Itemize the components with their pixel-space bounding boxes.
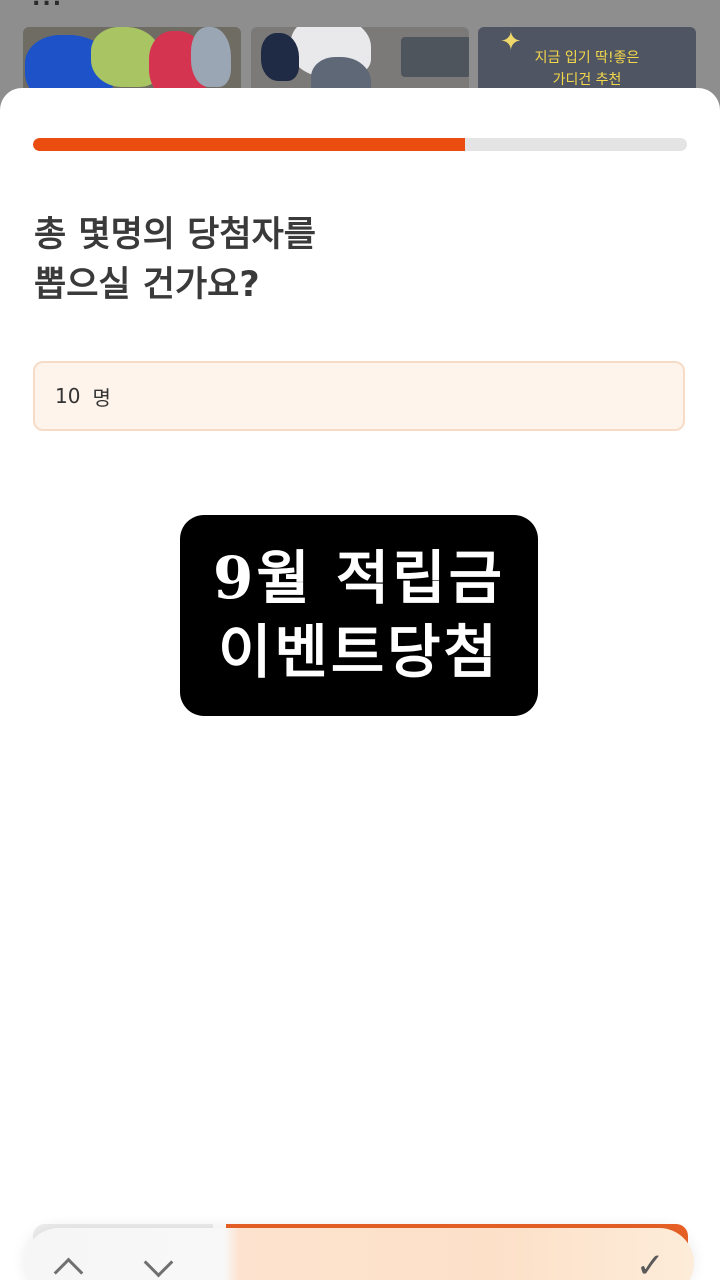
keyboard-accessory-bar <box>24 1228 694 1280</box>
winner-count-unit: 명 <box>92 385 111 410</box>
question-heading: 총 몇명의 당첨자를 뽑으실 건가요? <box>34 210 634 310</box>
winner-count-value: 10 <box>55 384 81 408</box>
checkmark-icon[interactable]: ✓ <box>636 1246 665 1280</box>
thumbnail-caption-line2: 가디건 추천 <box>552 72 622 88</box>
thumbnail-caption-line1: 지금 입기 딱!좋은 <box>534 50 640 66</box>
progress-bar <box>33 138 687 151</box>
thumbnail-clothes-pile[interactable] <box>23 27 241 97</box>
question-line2: 뽑으실 건가요? <box>34 265 260 305</box>
thumbnail-person-outfit[interactable] <box>251 27 469 97</box>
sticker-line1: 9월 적립금 <box>213 544 505 612</box>
question-line1: 총 몇명의 당첨자를 <box>34 215 316 255</box>
winner-count-input[interactable]: 10 명 <box>33 361 685 431</box>
thumbnail-cardigan-recommendation[interactable]: ✦ 지금 입기 딱!좋은 가디건 추천 <box>478 27 696 97</box>
sticker-line2: 이벤트당첨 <box>218 618 500 686</box>
progress-fill <box>33 138 465 151</box>
screen: ... ✦ 지금 입기 딱!좋은 가디건 추천 총 몇명의 당첨자를 뽑으실 건… <box>0 0 720 1280</box>
event-winner-sticker: 9월 적립금 이벤트당첨 <box>180 515 538 716</box>
background-section-title: ... <box>32 0 63 11</box>
